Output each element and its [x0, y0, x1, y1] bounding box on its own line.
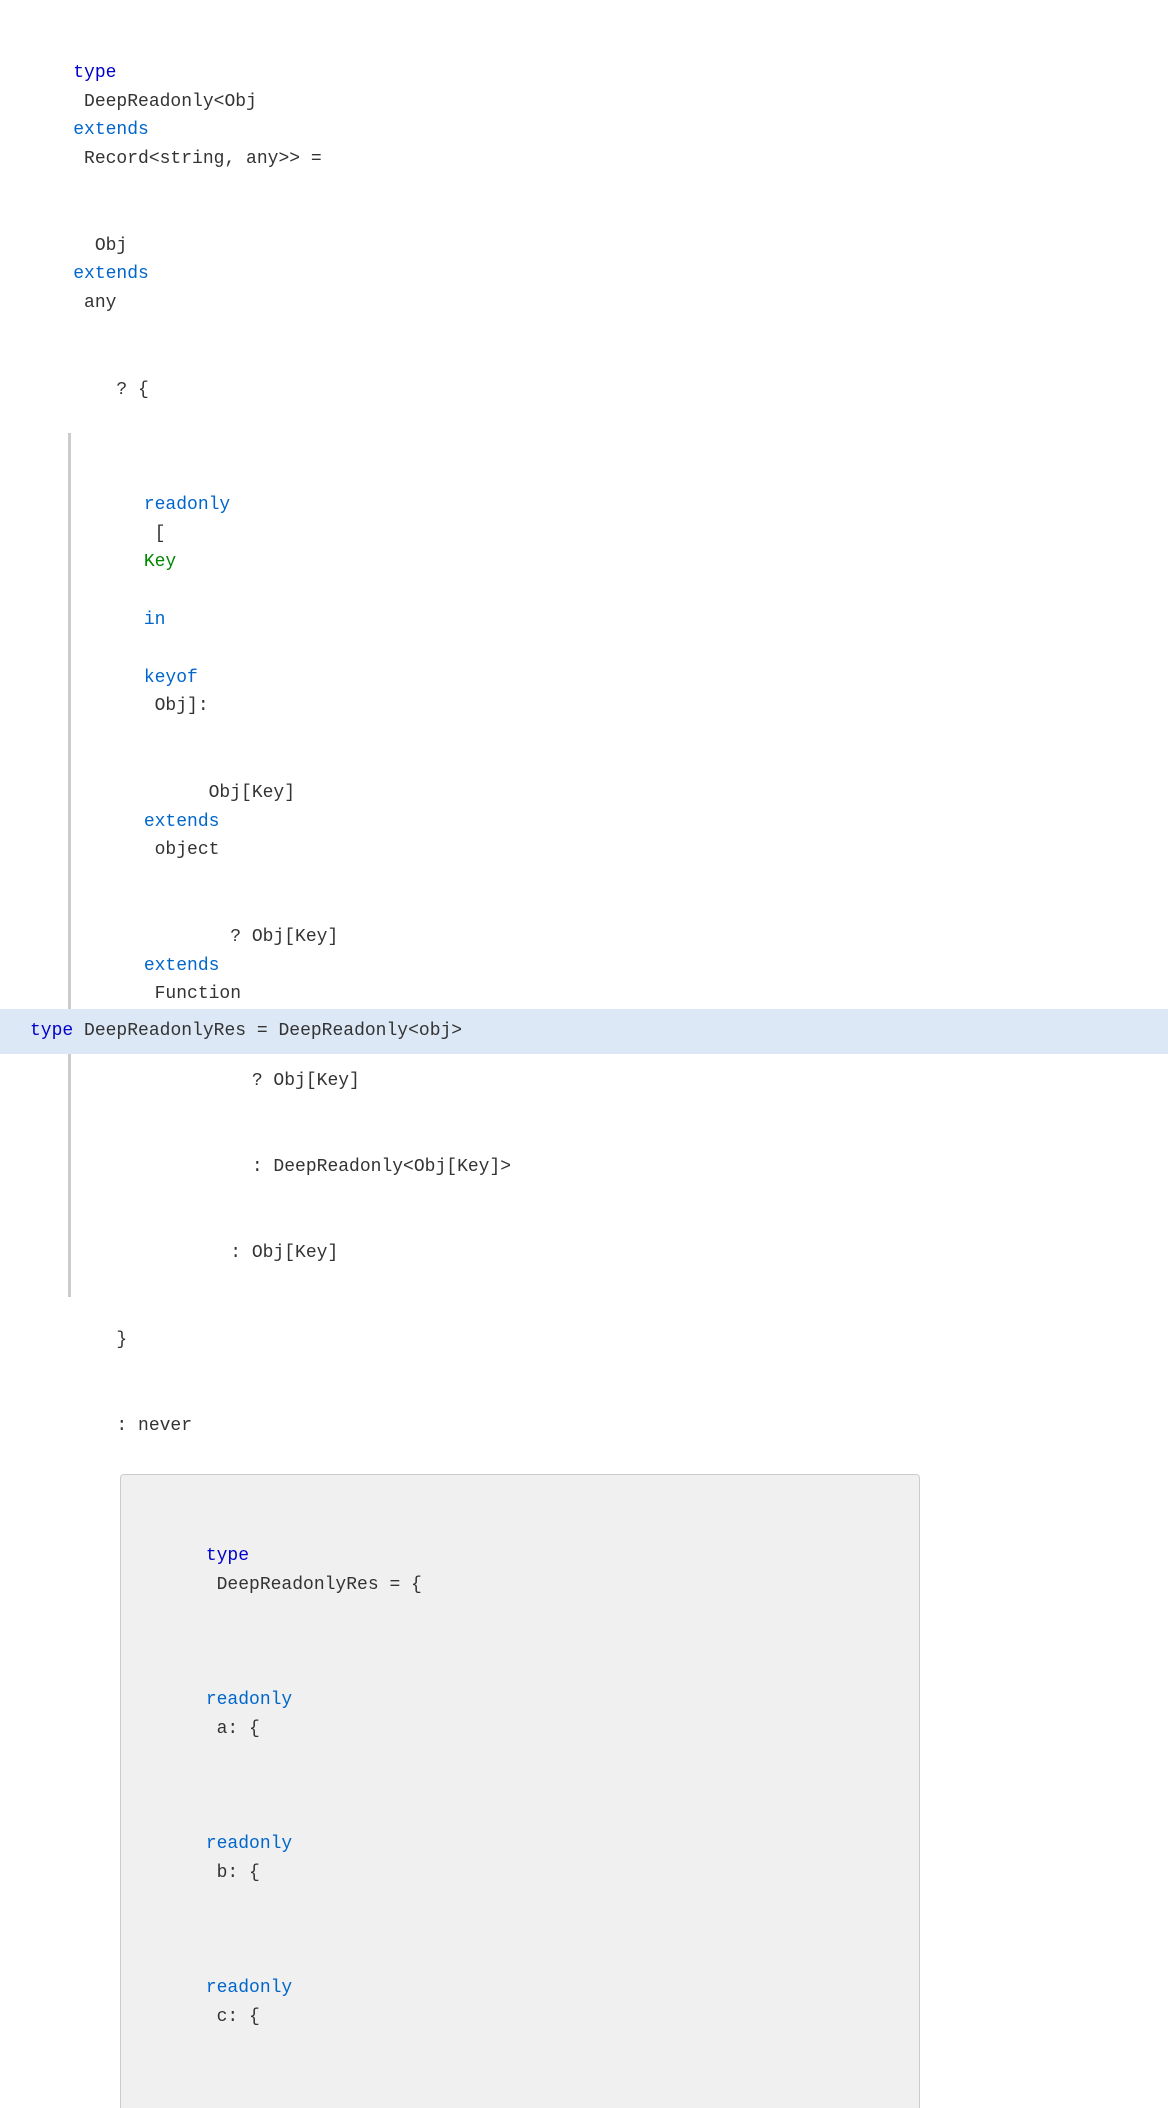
code-line-5: Obj[Key] extends object	[71, 750, 1138, 894]
bottom-bar: type DeepReadonlyRes = DeepReadonly<obj>	[0, 1009, 1168, 1054]
code-text: ? {	[73, 380, 149, 400]
code-line-8: : DeepReadonly<Obj[Key]>	[71, 1124, 1138, 1210]
code-line-2: Obj extends any	[30, 203, 1138, 347]
code-text: b: {	[206, 1863, 260, 1883]
keyword-extends-4: extends	[144, 956, 220, 976]
code-text	[144, 639, 155, 659]
code-container: type DeepReadonly<Obj extends Record<str…	[0, 0, 1168, 2108]
code-text: object	[144, 840, 220, 860]
code-line-10: }	[30, 1297, 1138, 1383]
code-text: a: {	[206, 1719, 260, 1739]
tooltip-line-1: type DeepReadonlyRes = {	[141, 1485, 899, 1629]
code-line-4: readonly [ Key in keyof Obj]:	[71, 433, 1138, 750]
code-text: Obj	[73, 236, 138, 256]
bottom-bar-text: DeepReadonlyRes = DeepReadonly<obj>	[84, 1021, 462, 1041]
code-text: }	[73, 1330, 127, 1350]
code-text	[144, 581, 155, 601]
code-text: : DeepReadonly<Obj[Key]>	[144, 1157, 511, 1177]
code-text: : Obj[Key]	[144, 1243, 338, 1263]
code-text: c: {	[206, 2007, 260, 2027]
tooltip-box: type DeepReadonlyRes = { readonly a: { r…	[120, 1474, 920, 2108]
code-text: Obj]:	[144, 696, 209, 716]
code-text: : never	[73, 1416, 192, 1436]
tooltip-line-2: readonly a: {	[141, 1629, 899, 1773]
code-text	[206, 1662, 292, 1682]
code-text: ? Obj[Key]	[144, 927, 349, 947]
code-text: DeepReadonly<Obj	[73, 92, 267, 112]
code-text: any	[73, 293, 116, 313]
keyword-type-1: type	[73, 63, 116, 83]
tooltip-line-4: readonly c: {	[141, 1917, 899, 2061]
code-line-9: : Obj[Key]	[71, 1211, 1138, 1297]
code-text: Function	[144, 984, 241, 1004]
code-line-1: type DeepReadonly<Obj extends Record<str…	[30, 30, 1138, 203]
code-text	[206, 2094, 422, 2108]
code-line-11: : never	[30, 1383, 1138, 1469]
keyword-readonly-1: readonly	[144, 495, 230, 515]
code-text	[206, 1806, 336, 1826]
keyword-keyof: keyof	[144, 668, 198, 688]
tooltip-line-5: readonly f: () => 'dong' ;	[141, 2061, 899, 2108]
keyword-readonly-t3: readonly	[206, 1978, 292, 1998]
keyword-extends-2: extends	[73, 264, 149, 284]
keyword-readonly-t1: readonly	[206, 1690, 292, 1710]
keyword-readonly-t2: readonly	[206, 1834, 292, 1854]
code-text: Obj[Key]	[144, 783, 306, 803]
code-text: [	[144, 524, 166, 544]
keyword-in: in	[144, 610, 166, 630]
code-text: Record<string, any>> =	[73, 149, 321, 169]
code-text: ? Obj[Key]	[144, 1071, 360, 1091]
code-text	[206, 1518, 249, 1538]
code-text	[206, 1950, 379, 1970]
keyword-extends-3: extends	[144, 812, 220, 832]
code-text: DeepReadonlyRes = {	[206, 1575, 422, 1595]
keyword-type-tooltip: type	[206, 1546, 249, 1566]
tooltip-line-3: readonly b: {	[141, 1773, 899, 1917]
keyword-key: Key	[144, 552, 176, 572]
code-line-3: ? {	[30, 347, 1138, 433]
keyword-type-bottom: type	[30, 1021, 73, 1041]
keyword-extends-1: extends	[73, 120, 149, 140]
code-text	[144, 466, 166, 486]
